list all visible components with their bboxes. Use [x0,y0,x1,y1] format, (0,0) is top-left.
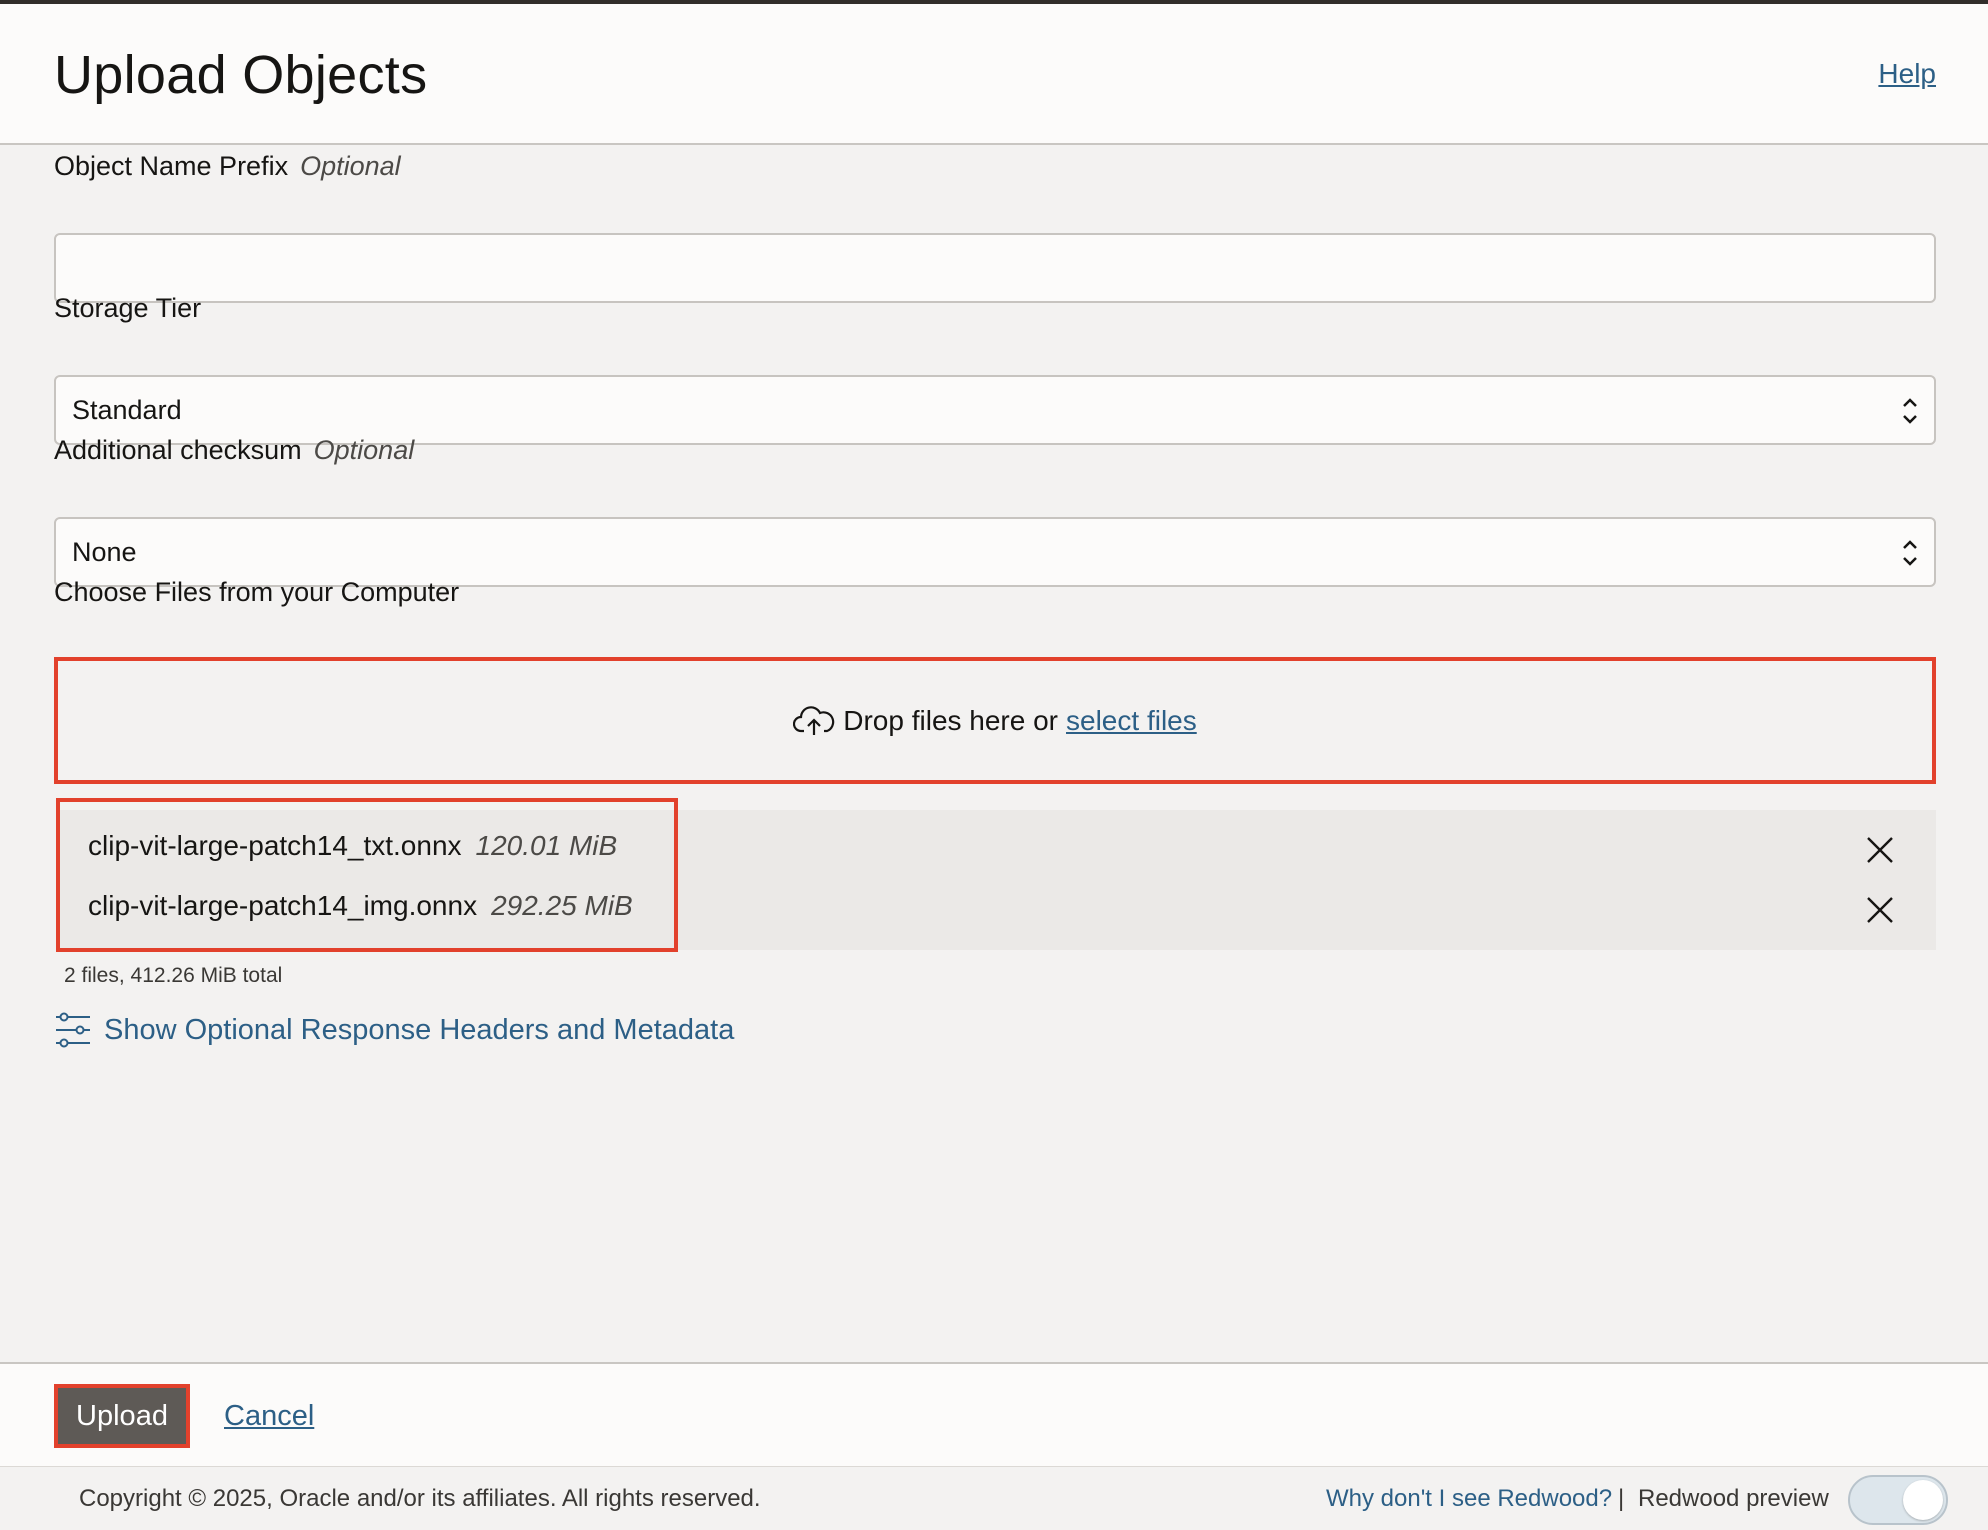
remove-file-close-icon[interactable] [1864,834,1896,866]
page-title: Upload Objects [54,45,428,105]
storage-tier-value: Standard [72,394,182,425]
checksum-label: Additional checksum Optional [54,435,414,466]
storage-tier-label: Storage Tier [54,293,201,324]
checksum-label-text: Additional checksum [54,435,302,465]
prefix-label: Object Name Prefix Optional [54,151,401,182]
choose-files-label: Choose Files from your Computer [54,577,459,608]
remove-file-close-icon[interactable] [1864,894,1896,926]
show-optional-headers-text: Show Optional Response Headers and Metad… [104,1013,735,1046]
cancel-link[interactable]: Cancel [224,1400,314,1433]
select-chevron-icon [1903,398,1917,424]
cloud-upload-icon [793,705,835,735]
upload-button[interactable]: Upload [54,1384,190,1448]
file-drop-zone[interactable]: Drop files here or select files [54,657,1936,784]
choose-files-label-text: Choose Files from your Computer [54,577,460,607]
copyright-text: Copyright © 2025, Oracle and/or its affi… [79,1485,761,1512]
files-summary: 2 files, 412.26 MiB total [64,964,283,987]
file-list-highlight [56,798,678,952]
prefix-label-text: Object Name Prefix [54,151,289,181]
checksum-optional-tag: Optional [313,435,415,465]
checksum-value: None [72,536,137,567]
action-bar: Upload Cancel [0,1362,1988,1466]
select-chevron-icon [1903,540,1917,566]
show-optional-headers-link[interactable]: Show Optional Response Headers and Metad… [54,1011,734,1049]
dialog-header: Upload Objects Help [0,4,1988,145]
select-files-link[interactable]: select files [1066,705,1197,737]
toggle-knob [1903,1480,1943,1520]
redwood-preview-toggle[interactable] [1848,1475,1948,1525]
help-link[interactable]: Help [1878,58,1936,90]
footer-separator: | [1618,1485,1625,1512]
object-name-prefix-input[interactable] [54,233,1936,303]
storage-tier-label-text: Storage Tier [54,293,202,323]
page-footer: Copyright © 2025, Oracle and/or its affi… [0,1466,1988,1530]
sliders-icon [56,1012,90,1048]
redwood-preview-label: Redwood preview [1638,1485,1829,1512]
why-redwood-link[interactable]: Why don't I see Redwood? [1326,1485,1612,1513]
drop-text: Drop files here or [843,704,1059,736]
prefix-optional-tag: Optional [300,151,401,181]
